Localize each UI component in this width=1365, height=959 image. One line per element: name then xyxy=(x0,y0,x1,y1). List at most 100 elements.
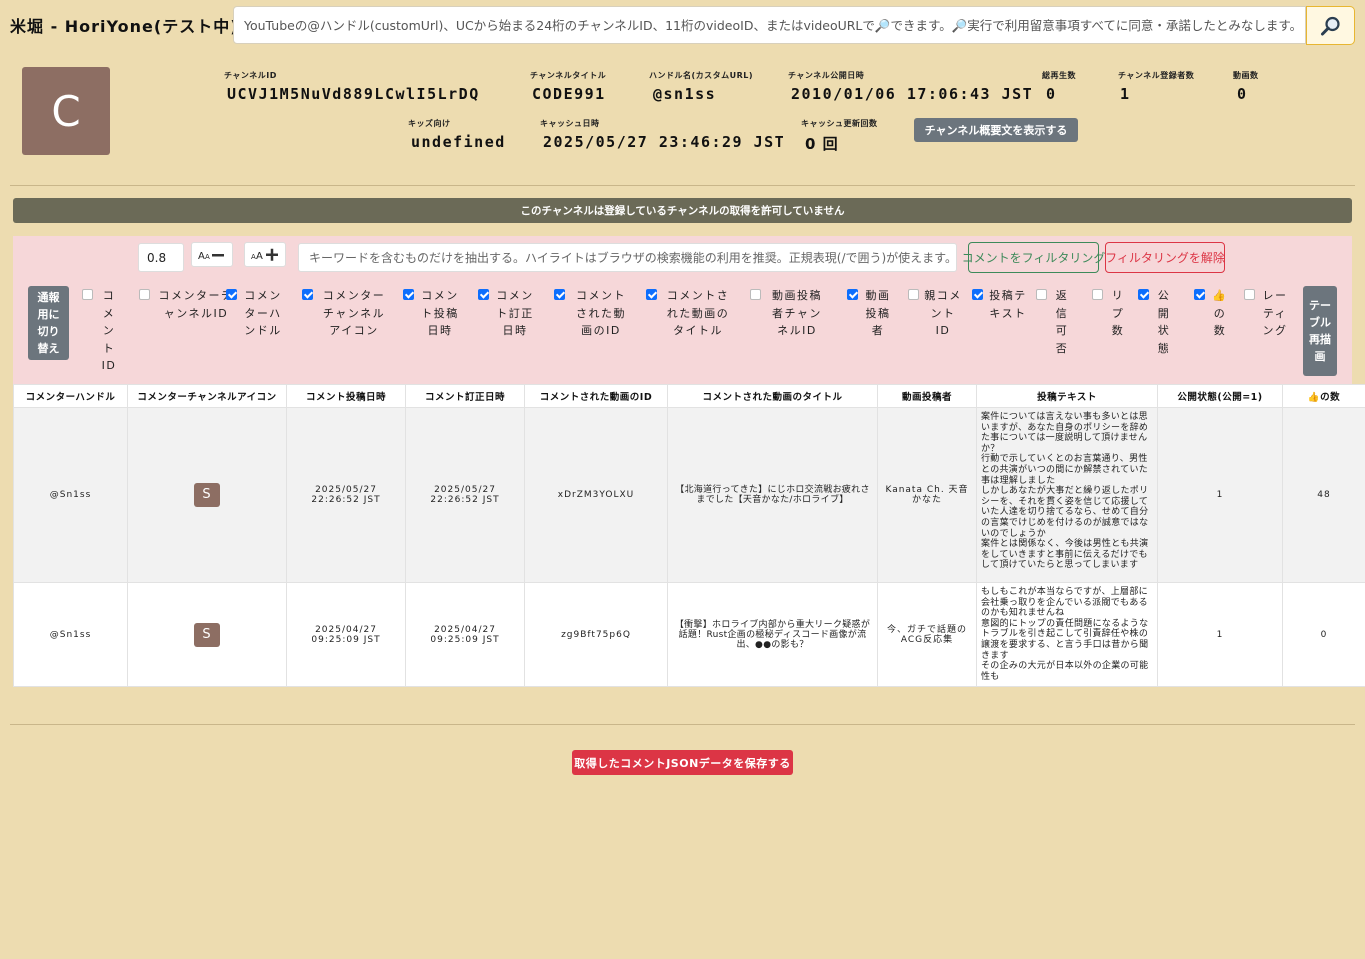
cell-icon: S xyxy=(127,407,287,583)
header-post-text[interactable]: 投稿テキスト xyxy=(976,384,1158,408)
column-toggle-label: コメント投稿日時 xyxy=(421,289,459,337)
cache-count-value: 0 回 xyxy=(805,135,839,153)
zoom-input[interactable]: 0.8 xyxy=(138,243,184,272)
font-increase-button[interactable]: A A xyxy=(244,242,286,267)
svg-text:A: A xyxy=(198,251,205,262)
column-toggle-label: 動画投稿者チャンネルID xyxy=(772,289,822,337)
clear-filter-button[interactable]: フィルタリングを解除 xyxy=(1105,242,1225,273)
save-json-button[interactable]: 取得したコメントJSONデータを保存する xyxy=(572,750,793,775)
search-input[interactable]: YouTubeの@ハンドル(customUrl)、UCから始まる24桁のチャンネ… xyxy=(233,6,1306,44)
column-toggle[interactable]: コメントされた動画のタイトル xyxy=(646,287,734,340)
handle-block: ハンドル名(カスタムURL) @sn1ss xyxy=(649,70,753,103)
table-redraw-label: テーブル再描画 xyxy=(1309,299,1331,363)
header-likes[interactable]: 👍の数 xyxy=(1282,384,1365,408)
column-checkbox[interactable] xyxy=(226,289,237,300)
column-toggle[interactable]: コメンターチャンネルID xyxy=(139,287,237,322)
column-toggle-label: コメントされた動画のタイトル xyxy=(666,289,730,337)
column-toggle[interactable]: コメンターチャンネルアイコン xyxy=(302,287,390,340)
cell-video-id: zg9Bft75p6Q xyxy=(524,581,668,688)
column-checkbox[interactable] xyxy=(1138,289,1149,300)
column-toggle-label: コメンターチャンネルID xyxy=(158,289,234,320)
subs-label: チャンネル登録者数 xyxy=(1118,71,1195,80)
header-video-title[interactable]: コメントされた動画のタイトル xyxy=(667,384,878,408)
search-button[interactable] xyxy=(1306,6,1355,45)
cache-block: キャッシュ日時 2025/05/27 23:46:29 JST xyxy=(540,118,785,151)
cell-posted: 2025/04/27 09:25:09 JST xyxy=(286,581,406,688)
filter-comments-button[interactable]: コメントをフィルタリング xyxy=(962,242,1105,273)
column-toggle[interactable]: 動画投稿者 xyxy=(847,287,893,340)
column-toggle-label: コメントID xyxy=(101,289,117,372)
handle-value: @sn1ss xyxy=(653,85,717,103)
column-checkbox[interactable] xyxy=(1036,289,1047,300)
column-toggle[interactable]: コメントされた動画のID xyxy=(554,287,632,340)
report-mode-toggle-button[interactable]: 通報用に切り替え xyxy=(28,286,69,360)
cell-uploader: 今、ガチで話題のACG反応集 xyxy=(877,581,977,688)
column-checkbox[interactable] xyxy=(554,289,565,300)
column-toggle[interactable]: コメント投稿日時 xyxy=(403,287,461,340)
header-edited[interactable]: コメント訂正日時 xyxy=(405,384,525,408)
column-toggle[interactable]: コメントID xyxy=(82,287,120,375)
column-checkbox[interactable] xyxy=(139,289,150,300)
table-header-row: コメンターハンドル コメンターチャンネルアイコン コメント投稿日時 コメント訂正… xyxy=(13,384,1365,408)
header-posted[interactable]: コメント投稿日時 xyxy=(286,384,406,408)
cell-edited: 2025/04/27 09:25:09 JST xyxy=(405,581,525,688)
column-checkbox[interactable] xyxy=(403,289,414,300)
table-row: @Sn1ss S 2025/04/27 09:25:09 JST 2025/04… xyxy=(13,581,1365,688)
column-checkbox[interactable] xyxy=(972,289,983,300)
column-toggle-label: 動画投稿者 xyxy=(865,289,891,337)
channel-title-value: CODE991 xyxy=(532,85,606,103)
column-toggle-label: コメンターチャンネルアイコン xyxy=(322,289,386,337)
table-redraw-button[interactable]: テーブル再描画 xyxy=(1303,286,1337,376)
column-toggle[interactable]: 公開状態 xyxy=(1138,287,1174,357)
column-checkbox[interactable] xyxy=(478,289,489,300)
header-video-id[interactable]: コメントされた動画のID xyxy=(524,384,668,408)
column-toggle-label: コメンターハンドル xyxy=(244,289,282,337)
show-description-button[interactable]: チャンネル概要文を表示する xyxy=(914,118,1078,142)
column-checkbox[interactable] xyxy=(750,289,761,300)
column-checkbox[interactable] xyxy=(908,289,919,300)
column-toggle[interactable]: リプ数 xyxy=(1092,287,1128,340)
kids-value: undefined xyxy=(411,133,506,151)
kids-block: キッズ向け undefined xyxy=(408,118,506,151)
cell-likes: 0 xyxy=(1282,581,1365,688)
column-toggle[interactable]: 👍の数 xyxy=(1194,287,1230,340)
column-checkbox[interactable] xyxy=(1194,289,1205,300)
column-toggle[interactable]: レーティング xyxy=(1244,287,1290,340)
column-checkbox[interactable] xyxy=(302,289,313,300)
column-checkbox[interactable] xyxy=(1092,289,1103,300)
commenter-avatar: S xyxy=(194,483,220,507)
published-label: チャンネル公開日時 xyxy=(788,71,865,80)
channel-title-block: チャンネルタイトル CODE991 xyxy=(530,70,606,103)
column-toggle[interactable]: 動画投稿者チャンネルID xyxy=(750,287,828,340)
column-checkbox[interactable] xyxy=(1244,289,1255,300)
column-toggle[interactable]: コメンターハンドル xyxy=(226,287,284,340)
videos-block: 動画数 0 xyxy=(1233,70,1259,103)
header-commenter-handle[interactable]: コメンターハンドル xyxy=(13,384,128,408)
column-toggle[interactable]: 返信可否 xyxy=(1036,287,1072,357)
font-decrease-icon: A A xyxy=(198,251,224,262)
search-icon xyxy=(1320,16,1340,35)
cell-video-title: 【北海道行ってきた】にじホロ交流戦お疲れさまでした【天音かなた/ホロライブ】 xyxy=(667,407,878,583)
views-value: 0 xyxy=(1046,85,1057,103)
videos-label: 動画数 xyxy=(1233,71,1259,80)
column-toggle-label: コメントされた動画のID xyxy=(576,289,626,337)
keyword-filter-input[interactable]: キーワードを含むものだけを抽出する。ハイライトはブラウザの検索機能の利用を推奨。… xyxy=(298,243,957,272)
column-checkbox[interactable] xyxy=(82,289,93,300)
column-checkbox[interactable] xyxy=(646,289,657,300)
column-toggle[interactable]: 投稿テキスト xyxy=(972,287,1028,322)
cache-label: キャッシュ日時 xyxy=(540,119,600,128)
header-commenter-icon[interactable]: コメンターチャンネルアイコン xyxy=(127,384,287,408)
column-toggle[interactable]: コメント訂正日時 xyxy=(478,287,536,340)
cache-value: 2025/05/27 23:46:29 JST xyxy=(543,133,786,151)
cell-handle: @Sn1ss xyxy=(13,407,128,583)
column-toggle-label: 投稿テキスト xyxy=(989,289,1027,320)
column-toggle[interactable]: 親コメントID xyxy=(908,287,962,340)
header-uploader[interactable]: 動画投稿者 xyxy=(877,384,977,408)
commenter-avatar: S xyxy=(194,622,220,647)
column-toggle-label: リプ数 xyxy=(1111,289,1125,337)
column-checkbox[interactable] xyxy=(847,289,858,300)
font-decrease-button[interactable]: A A xyxy=(191,242,233,267)
cache-count-block: キャッシュ更新回数 0 回 xyxy=(801,118,878,154)
column-toggle-label: 返信可否 xyxy=(1055,289,1069,355)
header-status[interactable]: 公開状態(公開=1) xyxy=(1157,384,1283,408)
